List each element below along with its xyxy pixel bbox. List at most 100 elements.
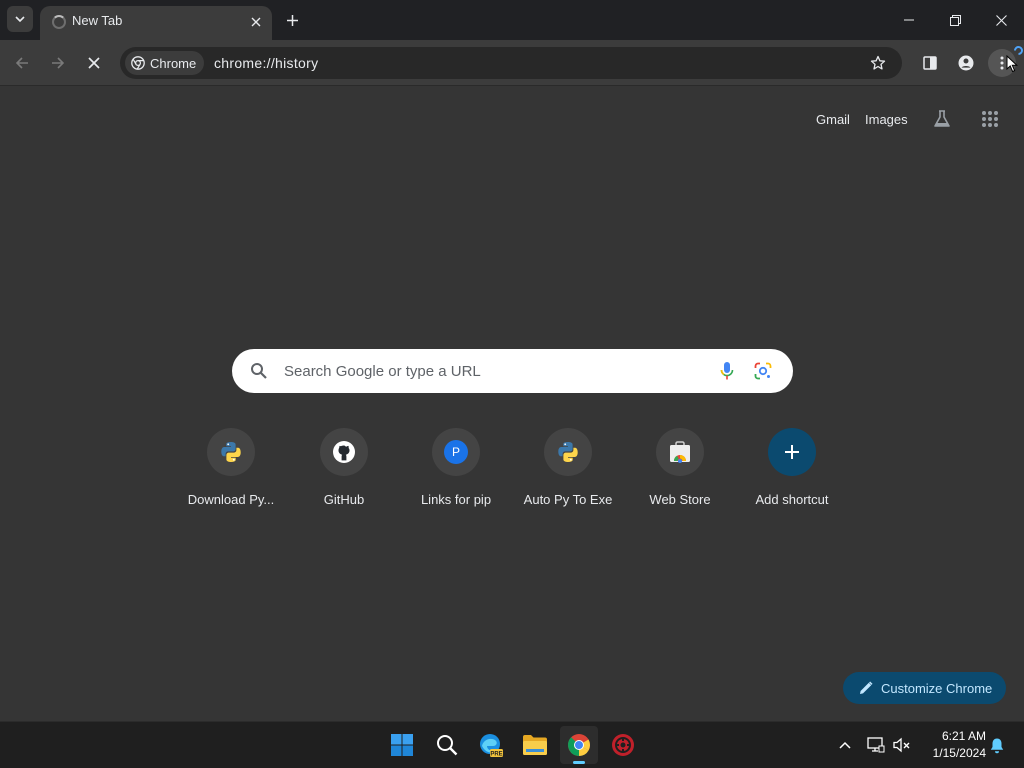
customize-chrome-button[interactable]: Customize Chrome (843, 672, 1006, 704)
shortcut-github[interactable]: GitHub (288, 424, 400, 514)
shortcut-links-for-pip[interactable]: P Links for pip (400, 424, 512, 514)
gmail-link[interactable]: Gmail (816, 112, 850, 127)
show-hidden-icons-button[interactable] (834, 734, 856, 756)
search-placeholder[interactable]: Search Google or type a URL (284, 363, 481, 380)
arrow-left-icon (15, 57, 28, 69)
google-apps-button[interactable] (978, 107, 1002, 131)
labs-button[interactable] (930, 107, 954, 131)
search-box[interactable]: Search Google or type a URL (232, 349, 793, 393)
tab-search-button[interactable] (7, 6, 33, 32)
web-store-icon (670, 441, 690, 463)
app-icon (612, 734, 634, 756)
taskbar-app[interactable] (604, 726, 642, 764)
shortcut-tile (656, 428, 704, 476)
shortcut-tile (207, 428, 255, 476)
shortcut-tile (768, 428, 816, 476)
customize-chrome-label: Customize Chrome (881, 680, 993, 696)
search-icon (437, 735, 458, 756)
chevron-up-icon (839, 741, 851, 749)
new-tab-button[interactable] (280, 8, 304, 32)
taskbar-file-explorer[interactable] (516, 726, 554, 764)
start-button[interactable] (383, 726, 421, 764)
shortcut-download-python[interactable]: Download Py... (175, 424, 287, 514)
clock-time[interactable]: 6:21 AM (924, 729, 986, 743)
volume-muted-icon (893, 737, 910, 753)
tab-title: New Tab (72, 13, 123, 28)
add-shortcut-button[interactable]: Add shortcut (736, 424, 848, 514)
profile-button[interactable] (952, 49, 980, 77)
taskbar-chrome[interactable] (560, 726, 598, 764)
network-icon (867, 737, 885, 753)
voice-search-button[interactable] (716, 360, 738, 382)
chrome-icon (567, 734, 590, 756)
pencil-icon (860, 681, 873, 694)
site-info-chip[interactable]: Chrome (125, 51, 205, 75)
shortcut-label: Links for pip (420, 492, 492, 507)
minimize-icon (904, 19, 914, 21)
more-vert-icon (1000, 56, 1004, 70)
restore-button[interactable] (932, 0, 978, 40)
shortcut-auto-py-to-exe[interactable]: Auto Py To Exe (512, 424, 624, 514)
address-bar[interactable]: Chrome chrome://history (120, 47, 902, 79)
tab-strip: New Tab (0, 0, 1024, 40)
close-icon (88, 57, 100, 69)
shortcut-label: Add shortcut (755, 492, 829, 507)
shortcut-tile: P (432, 428, 480, 476)
notification-center-button[interactable] (986, 734, 1008, 756)
shortcut-tile (320, 428, 368, 476)
svg-text:PRE: PRE (490, 752, 502, 758)
chevron-down-icon (15, 16, 25, 23)
forward-button[interactable] (44, 49, 72, 77)
loading-spinner-icon (52, 15, 66, 29)
file-explorer-icon (523, 735, 547, 755)
tab-new-tab[interactable]: New Tab (40, 6, 272, 40)
browser-toolbar: Chrome chrome://history (0, 40, 1024, 86)
taskbar-edge-preview[interactable]: PRE (472, 726, 510, 764)
arrow-right-icon (52, 57, 65, 69)
site-info-label: Chrome (150, 55, 197, 71)
network-status-button[interactable] (864, 734, 888, 756)
close-window-button[interactable] (978, 0, 1024, 40)
plus-icon (785, 445, 799, 459)
active-app-indicator (573, 761, 585, 764)
python-icon (221, 442, 241, 462)
restore-icon (949, 14, 961, 26)
shortcut-web-store[interactable]: Web Store (624, 424, 736, 514)
images-link[interactable]: Images (865, 112, 908, 127)
shortcut-label: Auto Py To Exe (523, 492, 613, 507)
edge-preview-icon: PRE (480, 734, 503, 758)
side-panel-button[interactable] (916, 49, 944, 77)
windows-taskbar: PRE 6:21 AM 1/15/2024 (0, 721, 1024, 768)
shortcut-tile (544, 428, 592, 476)
volume-button[interactable] (890, 734, 914, 756)
clock-date[interactable]: 1/15/2024 (916, 746, 986, 760)
bookmark-button[interactable] (866, 51, 890, 75)
windows-start-icon (391, 734, 413, 756)
chrome-icon (131, 56, 145, 70)
github-icon (333, 441, 355, 463)
shortcut-label: Web Store (649, 492, 711, 507)
profile-icon (958, 55, 974, 71)
stop-loading-button[interactable] (80, 49, 108, 77)
minimize-button[interactable] (886, 0, 932, 40)
mouse-cursor-icon (1006, 55, 1018, 73)
google-lens-icon (754, 362, 772, 380)
python-icon (558, 442, 578, 462)
url-text[interactable]: chrome://history (214, 55, 318, 71)
lens-search-button[interactable] (752, 360, 774, 382)
tab-close-button[interactable] (246, 12, 266, 32)
apps-grid-icon (982, 111, 998, 127)
microphone-icon (720, 362, 734, 380)
letter-p-icon-letter: P (451, 445, 460, 459)
new-tab-page: Gmail Images Search Google or type a URL (0, 86, 1024, 721)
back-button[interactable] (8, 49, 36, 77)
flask-icon (934, 110, 950, 127)
shortcut-label: GitHub (323, 492, 365, 507)
bell-icon (990, 738, 1004, 753)
search-icon (251, 363, 267, 379)
star-icon (870, 55, 886, 70)
side-panel-icon (923, 56, 937, 70)
taskbar-search-button[interactable] (428, 726, 466, 764)
shortcut-label: Download Py... (187, 492, 275, 507)
plus-icon (286, 14, 298, 26)
